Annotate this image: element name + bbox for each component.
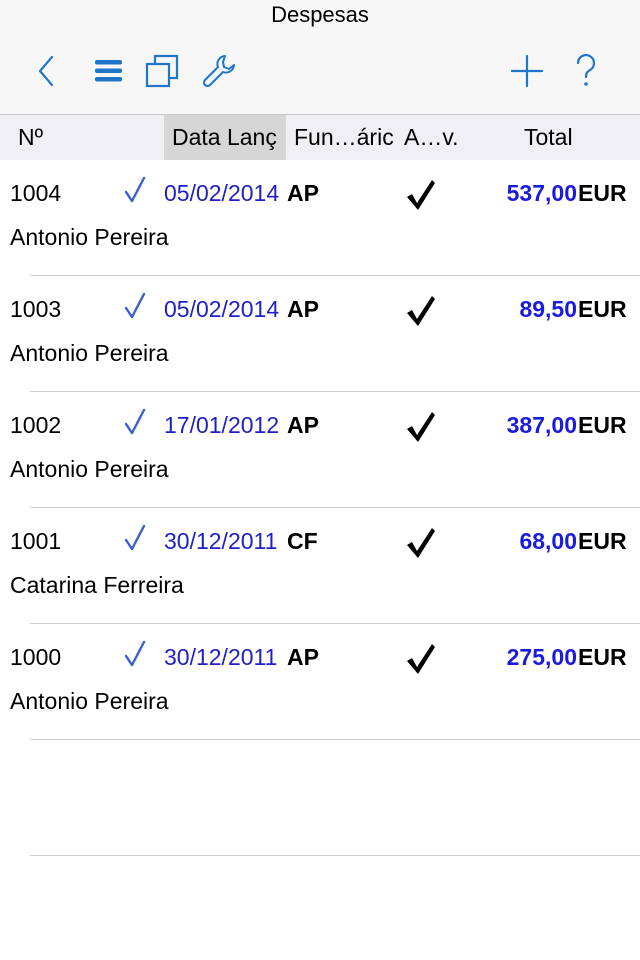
check-icon — [124, 292, 146, 319]
approved-check — [404, 294, 436, 328]
expense-date: 30/12/2011 — [164, 644, 278, 670]
page-title: Despesas — [271, 2, 369, 27]
expense-total: 537,00 — [506, 180, 577, 206]
wrench-icon — [202, 55, 235, 88]
table-row[interactable]: 1004 05/02/2014 AP 537,00 EUR Antonio Pereira — [0, 160, 640, 276]
status-check — [121, 638, 149, 670]
expense-number: 1001 — [10, 528, 62, 554]
column-header-approved[interactable]: A…v. — [404, 115, 468, 160]
checkmark-bold-icon — [407, 644, 435, 674]
employee-code: AP — [287, 412, 319, 438]
list-button[interactable] — [83, 46, 133, 96]
navigation-bar: Despesas — [0, 0, 640, 115]
expense-date: 05/02/2014 — [164, 296, 280, 322]
expense-total: 387,00 — [506, 412, 577, 438]
check-icon — [124, 176, 146, 203]
checkmark-bold-icon — [407, 412, 435, 442]
row-separator — [30, 739, 640, 740]
expense-number: 1002 — [10, 412, 62, 438]
approved-check — [404, 178, 436, 212]
expense-number: 1004 — [10, 180, 62, 206]
table-row[interactable]: 1001 30/12/2011 CF 68,00 EUR Catarina Ferreir… — [0, 508, 640, 624]
empty-row-separator — [30, 855, 640, 856]
back-button[interactable] — [22, 46, 72, 96]
expense-total: 275,00 — [506, 644, 577, 670]
add-button[interactable] — [502, 46, 552, 96]
check-icon — [124, 524, 146, 551]
status-check — [121, 406, 149, 438]
expense-number: 1000 — [10, 644, 62, 670]
checkmark-bold-icon — [407, 528, 435, 558]
approved-check — [404, 410, 436, 444]
approved-check — [404, 642, 436, 676]
column-header-total[interactable]: Total — [524, 115, 604, 160]
currency: EUR — [578, 644, 627, 670]
expense-number: 1003 — [10, 296, 62, 322]
column-header-number[interactable]: Nº — [18, 115, 158, 160]
checkmark-bold-icon — [407, 296, 435, 326]
column-header-employee[interactable]: Fun…áric — [294, 115, 400, 160]
expense-total: 68,00 — [519, 528, 577, 554]
expense-date: 17/01/2012 — [164, 412, 280, 438]
currency: EUR — [578, 528, 627, 554]
currency: EUR — [578, 412, 627, 438]
employee-code: AP — [287, 296, 319, 322]
status-check — [121, 174, 149, 206]
column-header-date[interactable]: Data Lanç — [164, 115, 286, 160]
approved-check — [404, 526, 436, 560]
expense-date: 05/02/2014 — [164, 180, 280, 206]
plus-icon — [510, 54, 544, 88]
table-row[interactable]: 1000 30/12/2011 AP 275,00 EUR Antonio Pereira — [0, 624, 640, 740]
list-icon — [95, 60, 122, 82]
employee-code: AP — [287, 644, 319, 670]
table-row[interactable]: 1003 05/02/2014 AP 89,50 EUR Antonio Pereira — [0, 276, 640, 392]
help-button[interactable] — [561, 46, 611, 96]
employee-name: Antonio Pereira — [10, 224, 169, 250]
settings-button[interactable] — [195, 46, 245, 96]
checkmark-bold-icon — [407, 180, 435, 210]
column-header-bar: Nº Data Lanç Fun…áric A…v. Total — [0, 115, 640, 160]
employee-code: CF — [287, 528, 318, 554]
currency: EUR — [578, 180, 627, 206]
status-check — [121, 290, 149, 322]
check-icon — [124, 408, 146, 435]
check-icon — [124, 640, 146, 667]
employee-name: Antonio Pereira — [10, 688, 169, 714]
copy-icon — [145, 54, 179, 88]
table-row[interactable]: 1002 17/01/2012 AP 387,00 EUR Antonio Pereira — [0, 392, 640, 508]
employee-code: AP — [287, 180, 319, 206]
question-icon — [576, 54, 596, 86]
chevron-left-icon — [38, 55, 54, 87]
employee-name: Antonio Pereira — [10, 340, 169, 366]
employee-name: Antonio Pereira — [10, 456, 169, 482]
employee-name: Catarina Ferreira — [10, 572, 184, 598]
expense-total: 89,50 — [519, 296, 577, 322]
status-check — [121, 522, 149, 554]
expense-date: 30/12/2011 — [164, 528, 278, 554]
duplicate-button[interactable] — [137, 46, 187, 96]
currency: EUR — [578, 296, 627, 322]
